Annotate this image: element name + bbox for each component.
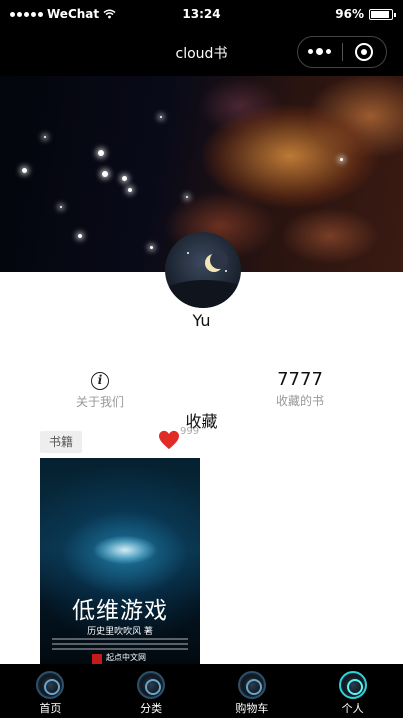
banner-star — [44, 136, 46, 138]
capsule-menu — [297, 36, 387, 68]
tab-category[interactable]: 分类 — [101, 664, 202, 718]
status-bar: WeChat 13:24 96% — [0, 0, 403, 28]
banner-star — [160, 116, 162, 118]
favorites-label: 收藏的书 — [275, 394, 324, 408]
tab-profile[interactable]: 个人 — [302, 664, 403, 718]
category-icon — [137, 671, 166, 699]
close-button[interactable] — [342, 43, 386, 61]
avatar-hill — [165, 280, 241, 308]
heart-icon[interactable] — [158, 430, 180, 450]
tab-home[interactable]: 首页 — [0, 664, 101, 718]
book-tag: 书籍 — [40, 431, 82, 453]
like-count: 999 — [180, 426, 200, 437]
profile-icon — [338, 671, 367, 699]
tab-label: 个人 — [341, 702, 364, 715]
cover-publisher: 起点中文网 — [106, 653, 146, 662]
cover-title: 低维游戏 — [72, 598, 168, 624]
banner-star — [122, 176, 127, 181]
battery-icon — [369, 8, 396, 20]
battery-percent: 96% — [335, 7, 364, 21]
status-right: 96% — [335, 7, 396, 21]
banner-star — [128, 188, 132, 192]
section-title: 收藏 — [185, 412, 218, 431]
moon-icon — [205, 251, 228, 272]
avatar-star — [225, 270, 227, 272]
username: Yu — [192, 311, 211, 330]
target-icon — [355, 43, 374, 61]
cover-author: 历史里吹吹风 著 — [87, 627, 153, 637]
publisher-logo — [92, 654, 102, 664]
home-icon — [36, 671, 65, 699]
favorites-count: 7777 — [277, 369, 323, 390]
tab-label: 分类 — [140, 702, 163, 715]
banner-star — [78, 234, 82, 238]
nav-bar: cloud书 — [0, 28, 403, 76]
banner-star — [150, 246, 153, 249]
info-icon: i — [91, 372, 109, 390]
banner-star — [102, 171, 108, 177]
about-us-button[interactable]: i 关于我们 — [62, 372, 138, 410]
tab-label: 购物车 — [235, 702, 269, 715]
banner-star — [98, 150, 104, 156]
avatar-star — [187, 252, 189, 254]
tab-cart[interactable]: 购物车 — [202, 664, 303, 718]
cart-icon — [237, 671, 266, 699]
tab-label: 首页 — [39, 702, 62, 715]
avatar[interactable] — [165, 232, 241, 308]
banner-star — [186, 196, 188, 198]
banner-star — [340, 158, 343, 161]
favorites-stat[interactable]: 7777 收藏的书 — [260, 370, 340, 409]
banner-star — [22, 168, 27, 173]
tab-bar: 首页 分类 购物车 个人 — [0, 664, 403, 718]
banner-star — [60, 206, 62, 208]
more-icon[interactable] — [298, 48, 342, 55]
cover-blurb — [52, 638, 188, 653]
book-cover[interactable]: 低维游戏 历史里吹吹风 著 起点中文网 — [40, 458, 200, 664]
